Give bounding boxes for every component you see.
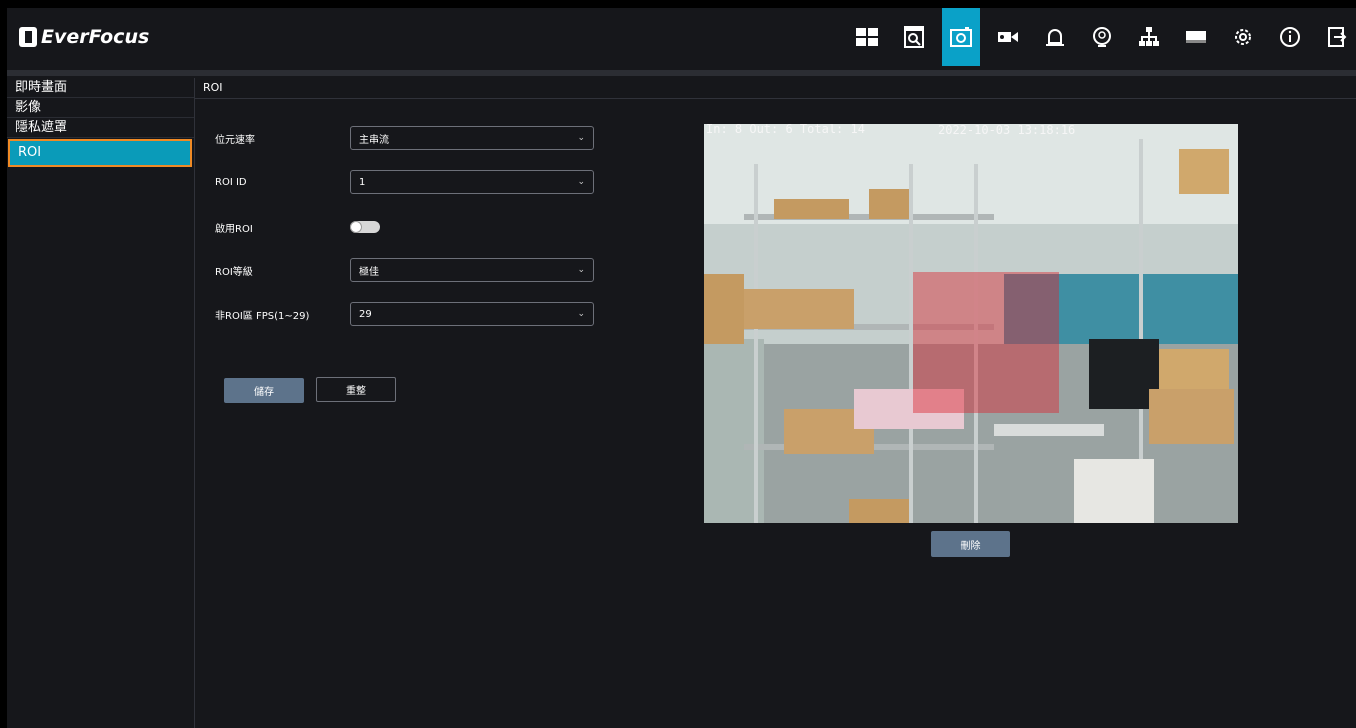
nav-logout-button[interactable] [1318, 8, 1356, 66]
nav-live-view-button[interactable] [848, 8, 886, 66]
nav-alarm-button[interactable] [1036, 8, 1074, 66]
chevron-down-icon: ⌄ [577, 133, 585, 143]
brand-logo: EverFocus [19, 26, 149, 48]
sidebar-item-privacy-mask[interactable]: 隱私遮罩 [7, 118, 194, 138]
nav-toolbar [839, 8, 1356, 66]
osd-people-count: In: 8 Out: 6 Total: 14 [706, 124, 865, 136]
roi-region-overlay[interactable] [913, 272, 1059, 413]
brand-name: EverFocus [41, 26, 150, 48]
roi-level-select[interactable]: 極佳 ⌄ [350, 258, 594, 282]
roi-id-select[interactable]: 1 ⌄ [350, 170, 594, 194]
enable-roi-toggle[interactable] [350, 221, 380, 233]
roi-level-value: 極佳 [359, 266, 379, 278]
nav-record-button[interactable] [989, 8, 1027, 66]
layout-grid-icon [856, 28, 878, 46]
ai-analytics-icon [1093, 27, 1111, 47]
fps-select[interactable]: 29 ⌄ [350, 302, 594, 326]
nav-info-button[interactable] [1271, 8, 1309, 66]
sidebar-item-image[interactable]: 影像 [7, 98, 194, 118]
bitrate-row: 位元速率 主串流 ⌄ [215, 124, 594, 152]
roi-id-row: ROI ID 1 ⌄ [215, 168, 594, 196]
nav-settings-button[interactable] [1224, 8, 1262, 66]
nav-playback-button[interactable] [895, 8, 933, 66]
logout-icon [1328, 27, 1347, 47]
roi-id-value: 1 [359, 176, 366, 188]
camera-icon [950, 27, 972, 47]
bitrate-select[interactable]: 主串流 ⌄ [350, 126, 594, 150]
fps-value: 29 [359, 308, 372, 320]
sidebar: 即時畫面 影像 隱私遮罩 ROI [7, 78, 195, 728]
page-title: ROI [195, 78, 1356, 99]
main-panel: ROI 位元速率 主串流 ⌄ ROI ID 1 ⌄ 啟用ROI ROI等級 極佳… [195, 78, 1356, 728]
storage-icon [1186, 31, 1206, 43]
osd-timestamp: 2022-10-03 13:18:16 [938, 124, 1076, 137]
sidebar-item-live-view[interactable]: 即時畫面 [7, 78, 194, 98]
bitrate-value: 主串流 [359, 134, 389, 146]
roi-level-label: ROI等級 [215, 266, 253, 278]
video-icon [998, 32, 1018, 42]
save-button[interactable]: 儲存 [224, 378, 304, 403]
top-bar: EverFocus [7, 8, 1356, 70]
nav-ai-button[interactable] [1083, 8, 1121, 66]
fps-row: 非ROI區 FPS(1~29) 29 ⌄ [215, 300, 594, 328]
bitrate-label: 位元速率 [215, 134, 255, 146]
header-divider [7, 70, 1356, 76]
info-icon [1280, 27, 1300, 47]
playback-icon [904, 26, 924, 48]
chevron-down-icon: ⌄ [577, 265, 585, 275]
chevron-down-icon: ⌄ [577, 309, 585, 319]
enable-roi-row: 啟用ROI [215, 213, 380, 241]
fps-label: 非ROI區 FPS(1~29) [215, 310, 310, 322]
everfocus-logo-icon [19, 27, 37, 47]
roi-level-row: ROI等級 極佳 ⌄ [215, 256, 594, 284]
delete-button[interactable]: 刪除 [931, 531, 1010, 557]
alarm-bell-icon [1046, 29, 1064, 46]
nav-camera-button[interactable] [942, 8, 980, 66]
sidebar-item-roi[interactable]: ROI [8, 139, 192, 167]
app-window: EverFocus 即時畫面 影像 隱私遮罩 ROI ROI 位元速率 主串流 … [7, 8, 1356, 728]
nav-network-button[interactable] [1130, 8, 1168, 66]
enable-roi-label: 啟用ROI [215, 223, 253, 235]
roi-id-label: ROI ID [215, 176, 247, 188]
network-icon [1139, 27, 1159, 46]
nav-storage-button[interactable] [1177, 8, 1215, 66]
reset-button[interactable]: 重整 [316, 377, 396, 402]
chevron-down-icon: ⌄ [577, 177, 585, 187]
camera-preview[interactable]: In: 8 Out: 6 Total: 14 2022-10-03 13:18:… [704, 124, 1238, 523]
settings-gear-icon [1235, 29, 1251, 45]
